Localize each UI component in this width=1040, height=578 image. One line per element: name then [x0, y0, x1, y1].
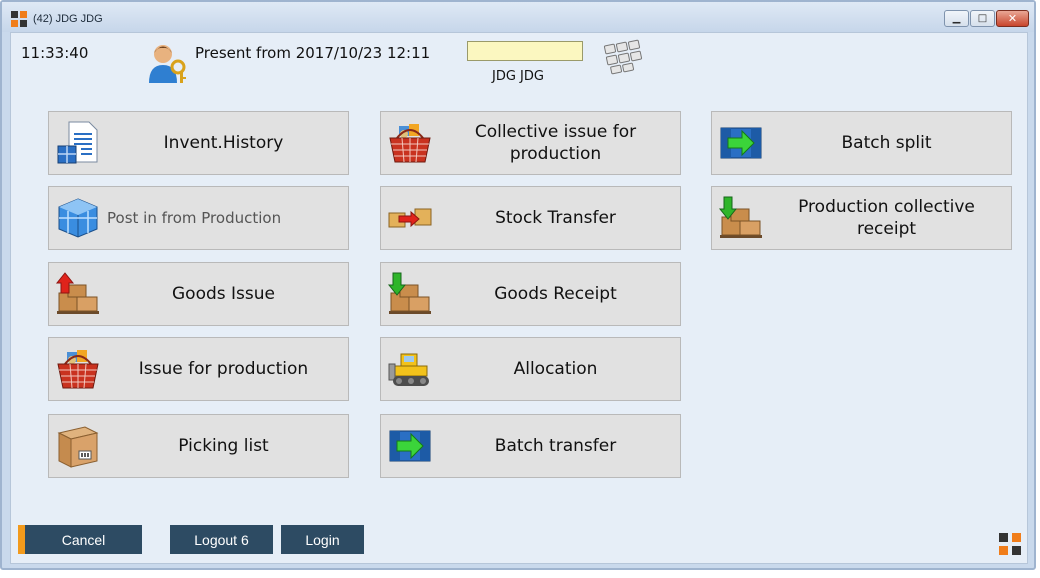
- post-in-production-label: Post in from Production: [107, 209, 282, 227]
- logout-button[interactable]: Logout 6: [170, 525, 273, 554]
- goods-receipt-icon: [718, 196, 762, 238]
- minimize-icon: ▁: [952, 13, 961, 24]
- login-label: Login: [305, 531, 340, 548]
- goods-receipt-icon: [387, 272, 431, 314]
- collective-issue-button[interactable]: Collective issue for production: [380, 111, 681, 175]
- main-panel: 11:33:40 Present from 2017/10/23 12:11 J…: [10, 32, 1028, 564]
- goods-issue-label: Goods Issue: [172, 284, 275, 304]
- brand-logo-icon: [999, 533, 1021, 555]
- cancel-button[interactable]: Cancel: [18, 525, 142, 554]
- invent-history-label: Invent.History: [163, 133, 284, 153]
- goods-issue-icon: [55, 272, 99, 314]
- allocation-button[interactable]: Allocation: [380, 337, 681, 401]
- present-status: Present from 2017/10/23 12:11: [195, 44, 431, 62]
- batch-arrow-icon: [720, 127, 762, 159]
- invent-history-button[interactable]: Invent.History: [48, 111, 349, 175]
- window-title: (42) JDG JDG: [33, 13, 103, 25]
- carton-box-icon: [57, 426, 99, 468]
- batch-arrow-icon: [389, 430, 431, 462]
- picking-list-label: Picking list: [178, 436, 269, 456]
- goods-issue-button[interactable]: Goods Issue: [48, 262, 349, 326]
- user-key-icon: [149, 45, 186, 83]
- user-name: JDG JDG: [492, 69, 544, 84]
- batch-transfer-button[interactable]: Batch transfer: [380, 414, 681, 478]
- collective-issue-label: Collective issue for production: [474, 122, 637, 164]
- batch-transfer-label: Batch transfer: [494, 436, 617, 456]
- title-bar[interactable]: (42) JDG JDG ▁ □ ✕: [2, 2, 1034, 32]
- production-collective-receipt-button[interactable]: Production collective receipt: [711, 186, 1012, 250]
- picking-list-button[interactable]: Picking list: [48, 414, 349, 478]
- close-icon: ✕: [1007, 12, 1018, 25]
- stock-transfer-label: Stock Transfer: [495, 208, 616, 228]
- issue-for-production-label: Issue for production: [138, 359, 309, 379]
- app-logo-icon: [11, 11, 27, 27]
- login-button[interactable]: Login: [281, 525, 364, 554]
- inventory-document-icon: [57, 121, 98, 164]
- clock: 11:33:40: [21, 44, 89, 62]
- bulldozer-icon: [388, 353, 429, 386]
- app-window: (42) JDG JDG ▁ □ ✕ 11:33:40 Present from…: [0, 0, 1036, 570]
- post-in-production-button[interactable]: Post in from Production: [48, 186, 349, 250]
- batch-split-button[interactable]: Batch split: [711, 111, 1012, 175]
- basket-icon: [389, 124, 431, 163]
- issue-for-production-button[interactable]: Issue for production: [48, 337, 349, 401]
- maximize-button[interactable]: □: [970, 10, 995, 27]
- logout-label: Logout 6: [194, 531, 249, 548]
- scan-input[interactable]: [467, 41, 583, 61]
- cancel-label: Cancel: [61, 531, 106, 548]
- maximize-icon: □: [977, 13, 988, 24]
- minimize-button[interactable]: ▁: [944, 10, 969, 27]
- production-collective-receipt-label: Production collective receipt: [798, 197, 975, 239]
- goods-receipt-button[interactable]: Goods Receipt: [380, 262, 681, 326]
- goods-receipt-label: Goods Receipt: [494, 284, 617, 304]
- stock-transfer-icon: [388, 208, 432, 228]
- stock-transfer-button[interactable]: Stock Transfer: [380, 186, 681, 250]
- close-button[interactable]: ✕: [996, 10, 1029, 27]
- blue-cube-icon: [58, 198, 98, 238]
- allocation-label: Allocation: [513, 359, 598, 379]
- keypad-icon[interactable]: [601, 39, 645, 75]
- basket-icon: [57, 350, 99, 389]
- batch-split-label: Batch split: [841, 133, 932, 153]
